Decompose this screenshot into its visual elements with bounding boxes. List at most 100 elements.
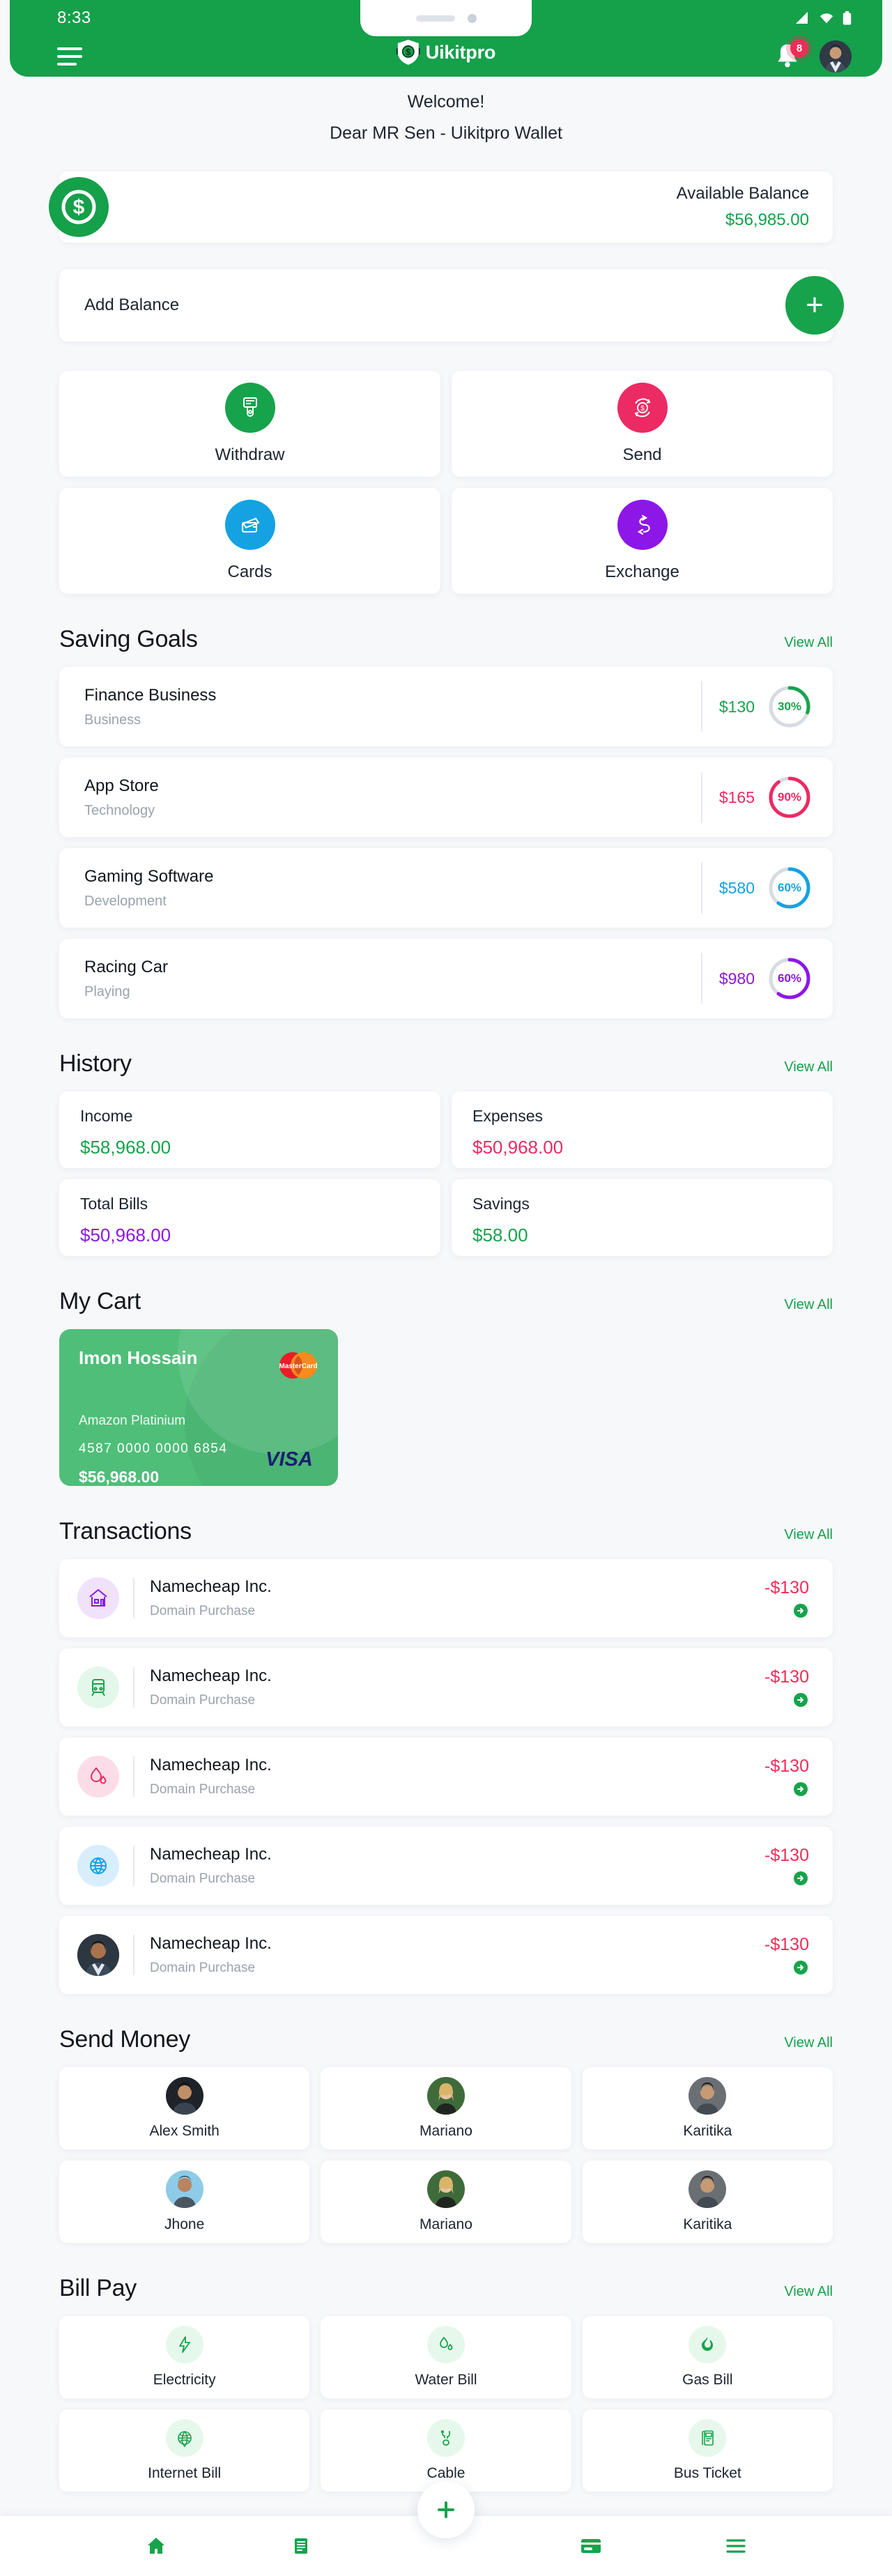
quick-action-withdraw[interactable]: Withdraw — [59, 371, 440, 477]
send-money-contact[interactable]: Karitika — [582, 2161, 833, 2243]
history-card-savings[interactable]: Savings $58.00 — [452, 1179, 833, 1256]
transaction-row[interactable]: Namecheap Inc. Domain Purchase -$130 — [59, 1738, 833, 1816]
goal-amount: $580 — [718, 878, 755, 897]
quick-action-send[interactable]: $ Send — [452, 371, 833, 477]
arrow-right-circle-icon[interactable] — [764, 1781, 809, 1797]
history-label: Expenses — [472, 1107, 544, 1125]
transaction-amount: -$130 — [764, 1666, 809, 1687]
app-bar: $ Uikitpro 8 — [10, 36, 882, 77]
bill-pay-internet[interactable]: Internet Bill — [59, 2409, 310, 2492]
mastercard-logo: MasterCard — [279, 1352, 318, 1379]
quick-actions-grid: Withdraw $ Send Cards Exchange — [59, 371, 833, 594]
contact-name: Mariano — [420, 2216, 472, 2232]
quick-action-cards[interactable]: Cards — [59, 488, 440, 594]
avatar — [165, 2077, 203, 2115]
goal-amount: $130 — [718, 697, 755, 716]
earpiece-speaker — [415, 15, 455, 22]
avatar[interactable] — [820, 40, 852, 72]
send-money-contact[interactable]: Mariano — [321, 2067, 571, 2149]
bill-pay-electricity[interactable]: Electricity — [59, 2316, 310, 2398]
welcome-title: Welcome! — [407, 92, 485, 112]
arrow-right-circle-icon[interactable] — [764, 1870, 809, 1887]
history-header: History View All — [59, 1050, 833, 1078]
arrow-right-circle-icon[interactable] — [764, 1602, 809, 1619]
send-money-contact[interactable]: Mariano — [321, 2161, 571, 2243]
my-cart-view-all[interactable]: View All — [784, 1297, 833, 1313]
status-icons — [795, 11, 852, 25]
saving-goal-row[interactable]: Gaming Software Development $580 60% — [59, 848, 833, 928]
saving-goal-row[interactable]: Racing Car Playing $980 60% — [59, 939, 833, 1018]
nav-home[interactable] — [132, 2525, 180, 2567]
goal-progress-ring: 90% — [767, 775, 812, 820]
quick-action-label: Exchange — [605, 562, 679, 581]
page-title: My Cart — [59, 1288, 141, 1314]
goal-progress-ring: 60% — [767, 956, 812, 1001]
bill-pay-cable[interactable]: Cable — [321, 2409, 571, 2492]
transaction-row[interactable]: Namecheap Inc. Domain Purchase -$130 — [59, 1827, 833, 1905]
transaction-row[interactable]: Namecheap Inc. Domain Purchase -$130 — [59, 1916, 833, 1994]
bill-pay-label: Water Bill — [415, 2372, 477, 2388]
shield-dollar-logo: $ — [396, 40, 420, 65]
ticket-machine-icon — [689, 2419, 727, 2457]
globe-icon — [77, 1845, 119, 1887]
water-drop-icon — [426, 2326, 465, 2363]
bill-pay-water[interactable]: Water Bill — [321, 2316, 571, 2398]
arrow-right-circle-icon[interactable] — [764, 1692, 809, 1708]
available-balance-card: Available Balance $56,985.00 — [59, 171, 833, 243]
transaction-row[interactable]: Namecheap Inc. Domain Purchase -$130 — [59, 1648, 833, 1726]
app-bar-actions: 8 — [775, 39, 852, 72]
globe-icon — [165, 2419, 203, 2457]
brand-name: Uikitpro — [425, 41, 496, 63]
saving-goals-view-all[interactable]: View All — [784, 635, 833, 651]
notification-bell[interactable]: 8 — [775, 39, 808, 71]
svg-text:VISA: VISA — [266, 1448, 313, 1469]
visa-logo: VISA — [266, 1448, 313, 1469]
bill-pay-label: Internet Bill — [148, 2465, 222, 2481]
bill-pay-bus-ticket[interactable]: Bus Ticket — [582, 2409, 833, 2492]
quick-action-label: Send — [622, 445, 662, 464]
transaction-name: Namecheap Inc. — [150, 1934, 272, 1953]
bill-pay-gas[interactable]: Gas Bill — [582, 2316, 833, 2398]
saving-goals-header: Saving Goals View All — [59, 626, 833, 653]
main-content: Welcome! Dear MR Sen - Uikitpro Wallet A… — [0, 77, 892, 2576]
bill-pay-grid: Electricity Water Bill Gas Bill — [59, 2316, 833, 2398]
transactions-view-all[interactable]: View All — [784, 1527, 833, 1543]
history-view-all[interactable]: View All — [784, 1059, 833, 1075]
add-fab-button[interactable] — [417, 2481, 475, 2538]
svg-text:$: $ — [640, 405, 645, 413]
available-balance-row: Available Balance $56,985.00 $ — [49, 171, 833, 243]
welcome-block: Welcome! Dear MR Sen - Uikitpro Wallet — [59, 77, 833, 148]
history-card-total-bills[interactable]: Total Bills $50,968.00 — [59, 1179, 440, 1256]
front-camera — [467, 13, 477, 23]
transaction-amount: -$130 — [764, 1577, 809, 1597]
send-money-icon: $ — [617, 383, 668, 433]
nav-documents[interactable] — [277, 2525, 325, 2567]
add-balance-button[interactable]: + — [785, 276, 844, 335]
svg-text:$: $ — [406, 47, 411, 57]
transaction-amount: -$130 — [764, 1845, 809, 1865]
history-card-expenses[interactable]: Expenses $50,968.00 — [452, 1091, 833, 1168]
send-money-contact[interactable]: Jhone — [59, 2161, 310, 2243]
hamburger-icon[interactable] — [57, 47, 82, 66]
send-money-contact[interactable]: Karitika — [582, 2067, 833, 2149]
saving-goal-row[interactable]: App Store Technology $165 90% — [59, 758, 833, 837]
history-value: $50,968.00 — [80, 1225, 171, 1245]
nav-menu[interactable] — [712, 2525, 760, 2567]
arrow-right-circle-icon[interactable] — [764, 1959, 809, 1976]
transaction-amount: -$130 — [764, 1934, 809, 1954]
history-card-income[interactable]: Income $58,968.00 — [59, 1091, 440, 1168]
contact-name: Mariano — [420, 2123, 472, 2139]
nav-cards[interactable] — [567, 2525, 615, 2567]
bill-pay-view-all[interactable]: View All — [784, 2284, 833, 2300]
saving-goal-row[interactable]: Finance Business Business $130 30% — [59, 667, 833, 746]
send-money-contact[interactable]: Alex Smith — [59, 2067, 310, 2149]
bill-pay-label: Bus Ticket — [673, 2465, 741, 2481]
credit-card[interactable]: Imon Hossain Amazon Platinium 4587 0000 … — [59, 1329, 338, 1486]
add-balance-card[interactable]: Add Balance — [59, 269, 833, 342]
my-cart-header: My Cart View All — [59, 1288, 833, 1315]
add-balance-row: Add Balance + — [59, 269, 844, 342]
quick-action-exchange[interactable]: Exchange — [452, 488, 833, 594]
goal-percent: 60% — [777, 881, 802, 894]
send-money-view-all[interactable]: View All — [784, 2035, 833, 2051]
transaction-row[interactable]: Namecheap Inc. Domain Purchase -$130 — [59, 1559, 833, 1637]
